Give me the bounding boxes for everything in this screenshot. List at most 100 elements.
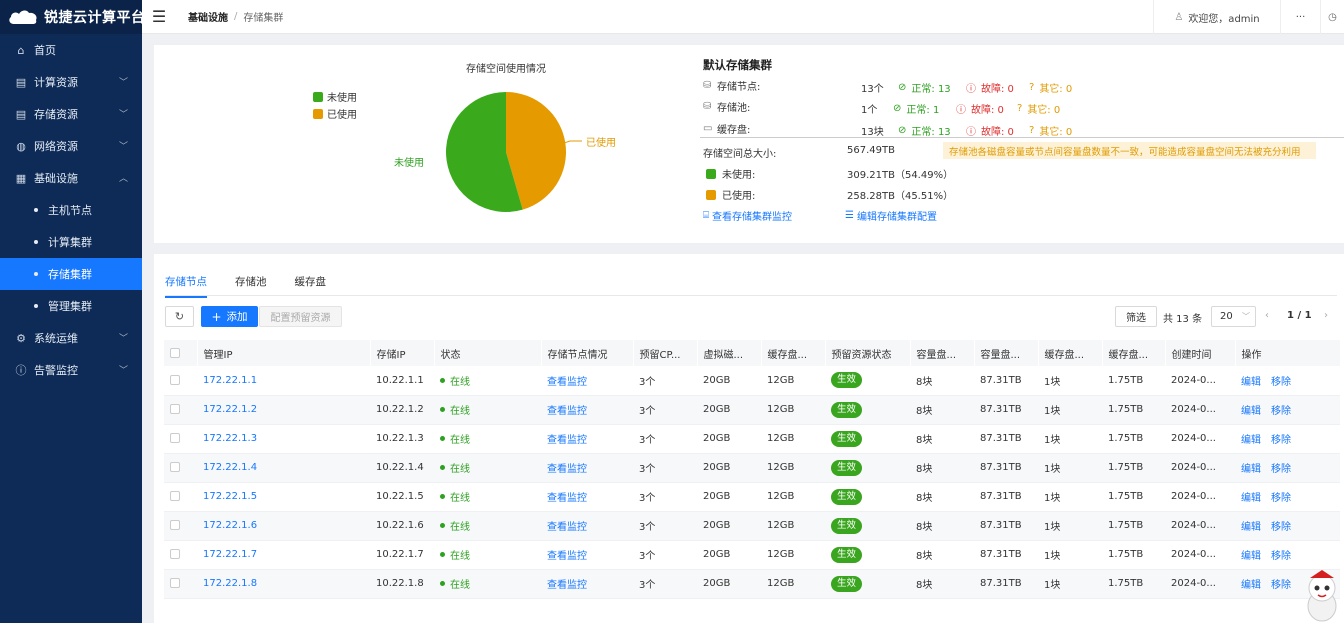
table-row[interactable]: 172.22.1.4 10.22.1.4 在线 查看监控 3个 20GB 12GB 生效 8块 8… <box>164 453 1340 483</box>
monitor-cell[interactable]: 查看监控 <box>541 453 633 483</box>
table-row[interactable]: 172.22.1.1 10.22.1.1 在线 查看监控 3个 20GB 12GB 生效 8块 8… <box>164 366 1340 396</box>
edit-button[interactable]: 编辑 <box>1241 580 1261 591</box>
row-checkbox[interactable] <box>170 520 180 530</box>
row-checkbox[interactable] <box>170 433 180 443</box>
menu-toggle-icon[interactable]: ☰ <box>142 0 176 34</box>
sidebar-item-host-nodes[interactable]: 主机节点 <box>0 194 142 226</box>
remove-button[interactable]: 移除 <box>1271 377 1291 388</box>
col-header[interactable]: 预留资源状态 <box>825 340 911 366</box>
remove-button[interactable]: 移除 <box>1271 406 1291 417</box>
view-monitor-link[interactable]: 查看监控 <box>547 406 587 417</box>
sidebar-item-alerts[interactable]: ⓘ 告警监控 ﹀ <box>0 354 142 386</box>
tab-storage-pools[interactable]: 存储池 <box>235 274 267 297</box>
legend-item-unused[interactable]: 未使用 <box>313 88 357 105</box>
mgmt-ip-cell[interactable]: 172.22.1.3 <box>197 424 370 454</box>
table-row[interactable]: 172.22.1.2 10.22.1.2 在线 查看监控 3个 20GB 12GB 生效 8块 8… <box>164 395 1340 425</box>
row-select-cell[interactable] <box>164 540 197 570</box>
mgmt-ip-link[interactable]: 172.22.1.8 <box>203 578 257 589</box>
sidebar-item-infrastructure[interactable]: ▦ 基础设施 ︿ <box>0 162 142 194</box>
col-header[interactable]: 缓存盘... <box>1102 340 1166 366</box>
row-select-cell[interactable] <box>164 511 197 541</box>
mgmt-ip-cell[interactable]: 172.22.1.1 <box>197 366 370 396</box>
remove-button[interactable]: 移除 <box>1271 435 1291 446</box>
col-header[interactable]: 容量盘... <box>910 340 975 366</box>
next-page-button[interactable]: › <box>1324 310 1328 321</box>
view-monitor-link[interactable]: 查看监控 <box>547 464 587 475</box>
mgmt-ip-link[interactable]: 172.22.1.5 <box>203 491 257 502</box>
col-header[interactable]: 存储IP <box>370 340 435 366</box>
mgmt-ip-link[interactable]: 172.22.1.6 <box>203 520 257 531</box>
col-header[interactable]: 虚拟磁... <box>697 340 762 366</box>
remove-button[interactable]: 移除 <box>1271 580 1291 591</box>
add-button[interactable]: + 添加 <box>201 306 258 327</box>
monitor-cell[interactable]: 查看监控 <box>541 482 633 512</box>
select-all-checkbox[interactable] <box>170 347 180 358</box>
edit-button[interactable]: 编辑 <box>1241 522 1261 533</box>
edit-button[interactable]: 编辑 <box>1241 435 1261 446</box>
mgmt-ip-link[interactable]: 172.22.1.7 <box>203 549 257 560</box>
row-checkbox[interactable] <box>170 374 180 385</box>
col-header[interactable]: 容量盘... <box>974 340 1039 366</box>
sidebar-item-network[interactable]: ◍ 网络资源 ﹀ <box>0 130 142 162</box>
view-monitor-link[interactable]: 查看监控 <box>547 551 587 562</box>
view-monitor-link[interactable]: ⌸ 查看存储集群监控 <box>703 208 792 223</box>
remove-button[interactable]: 移除 <box>1271 493 1291 504</box>
refresh-button[interactable]: ↻ <box>165 306 194 327</box>
view-monitor-link[interactable]: 查看监控 <box>547 522 587 533</box>
edit-button[interactable]: 编辑 <box>1241 464 1261 475</box>
col-header[interactable]: 存储节点情况 <box>541 340 634 366</box>
configure-reserved-button[interactable]: 配置预留资源 <box>259 306 342 327</box>
user-menu[interactable]: ♙ 欢迎您，admin <box>1153 0 1280 34</box>
edit-config-link[interactable]: ☰ 编辑存储集群配置 <box>845 208 937 223</box>
mgmt-ip-cell[interactable]: 172.22.1.2 <box>197 395 370 425</box>
sidebar-item-compute-cluster[interactable]: 计算集群 <box>0 226 142 258</box>
sidebar-item-ops[interactable]: ⚙ 系统运维 ﹀ <box>0 322 142 354</box>
mgmt-ip-cell[interactable]: 172.22.1.8 <box>197 569 370 599</box>
legend-item-used[interactable]: 已使用 <box>313 105 357 122</box>
view-monitor-link[interactable]: 查看监控 <box>547 377 587 388</box>
row-checkbox[interactable] <box>170 549 180 559</box>
select-all-cell[interactable] <box>164 340 198 366</box>
mgmt-ip-cell[interactable]: 172.22.1.4 <box>197 453 370 483</box>
page-size-select[interactable]: 20 ﹀ <box>1211 306 1256 327</box>
sidebar-item-management-cluster[interactable]: 管理集群 <box>0 290 142 322</box>
view-monitor-link[interactable]: 查看监控 <box>547 435 587 446</box>
mgmt-ip-cell[interactable]: 172.22.1.6 <box>197 511 370 541</box>
row-select-cell[interactable] <box>164 453 197 483</box>
view-monitor-link[interactable]: 查看监控 <box>547 493 587 504</box>
edit-button[interactable]: 编辑 <box>1241 377 1261 388</box>
row-checkbox[interactable] <box>170 462 180 472</box>
tab-storage-nodes[interactable]: 存储节点 <box>165 274 207 298</box>
monitor-cell[interactable]: 查看监控 <box>541 540 633 570</box>
col-header[interactable]: 管理IP <box>197 340 371 366</box>
brand-logo[interactable]: 锐捷云计算平台 <box>0 0 145 34</box>
row-select-cell[interactable] <box>164 482 197 512</box>
row-select-cell[interactable] <box>164 395 197 425</box>
prev-page-button[interactable]: ‹ <box>1265 310 1269 321</box>
edit-button[interactable]: 编辑 <box>1241 551 1261 562</box>
remove-button[interactable]: 移除 <box>1271 551 1291 562</box>
mgmt-ip-cell[interactable]: 172.22.1.7 <box>197 540 370 570</box>
breadcrumb-item[interactable]: 基础设施 <box>188 9 228 24</box>
monitor-cell[interactable]: 查看监控 <box>541 424 633 454</box>
col-header[interactable]: 缓存盘... <box>761 340 826 366</box>
edit-button[interactable]: 编辑 <box>1241 493 1261 504</box>
monitor-cell[interactable]: 查看监控 <box>541 366 633 396</box>
remove-button[interactable]: 移除 <box>1271 522 1291 533</box>
view-monitor-link[interactable]: 查看监控 <box>547 580 587 591</box>
mgmt-ip-link[interactable]: 172.22.1.1 <box>203 375 257 386</box>
mgmt-ip-cell[interactable]: 172.22.1.5 <box>197 482 370 512</box>
more-button[interactable]: ··· <box>1280 0 1320 34</box>
tab-cache-disks[interactable]: 缓存盘 <box>295 274 327 297</box>
sidebar-item-compute[interactable]: ▤ 计算资源 ﹀ <box>0 66 142 98</box>
clock-icon[interactable]: ◷ <box>1320 0 1344 34</box>
table-row[interactable]: 172.22.1.7 10.22.1.7 在线 查看监控 3个 20GB 12GB 生效 8块 8… <box>164 540 1340 570</box>
edit-button[interactable]: 编辑 <box>1241 406 1261 417</box>
mgmt-ip-link[interactable]: 172.22.1.3 <box>203 433 257 444</box>
remove-button[interactable]: 移除 <box>1271 464 1291 475</box>
col-header[interactable]: 预留CP... <box>633 340 698 366</box>
row-checkbox[interactable] <box>170 404 180 414</box>
table-row[interactable]: 172.22.1.8 10.22.1.8 在线 查看监控 3个 20GB 12GB 生效 8块 8… <box>164 569 1340 599</box>
mgmt-ip-link[interactable]: 172.22.1.2 <box>203 404 257 415</box>
table-row[interactable]: 172.22.1.6 10.22.1.6 在线 查看监控 3个 20GB 12GB 生效 8块 8… <box>164 511 1340 541</box>
